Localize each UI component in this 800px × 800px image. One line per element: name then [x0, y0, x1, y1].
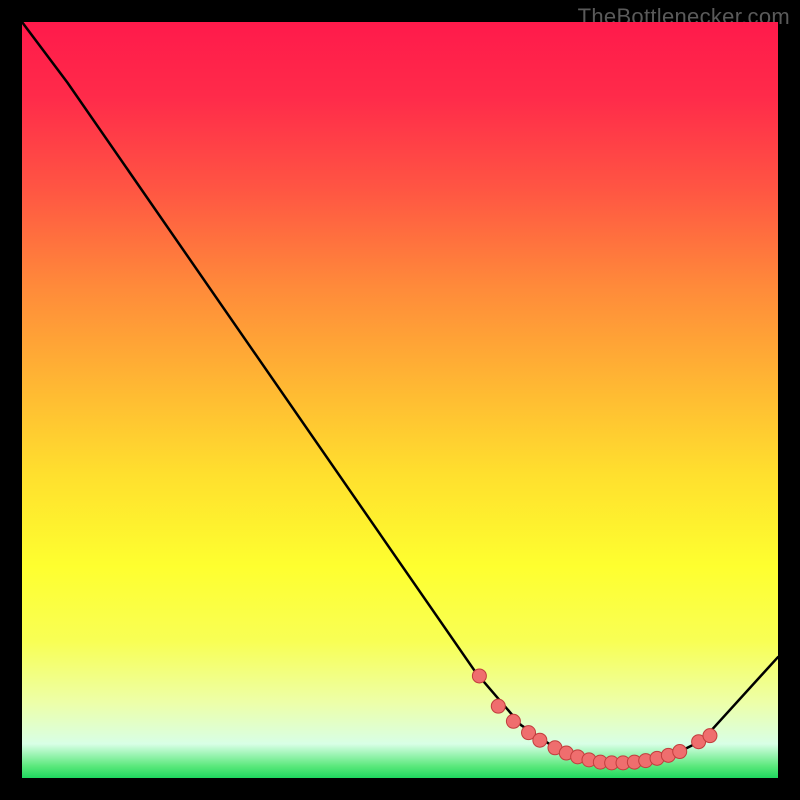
- chart-svg: [22, 22, 778, 778]
- chart-stage: TheBottlenecker.com: [0, 0, 800, 800]
- data-marker: [472, 669, 486, 683]
- plot-area: [22, 22, 778, 778]
- data-marker: [703, 729, 717, 743]
- data-marker: [491, 699, 505, 713]
- gradient-background: [22, 22, 778, 778]
- data-marker: [533, 733, 547, 747]
- data-marker: [506, 714, 520, 728]
- data-marker: [673, 745, 687, 759]
